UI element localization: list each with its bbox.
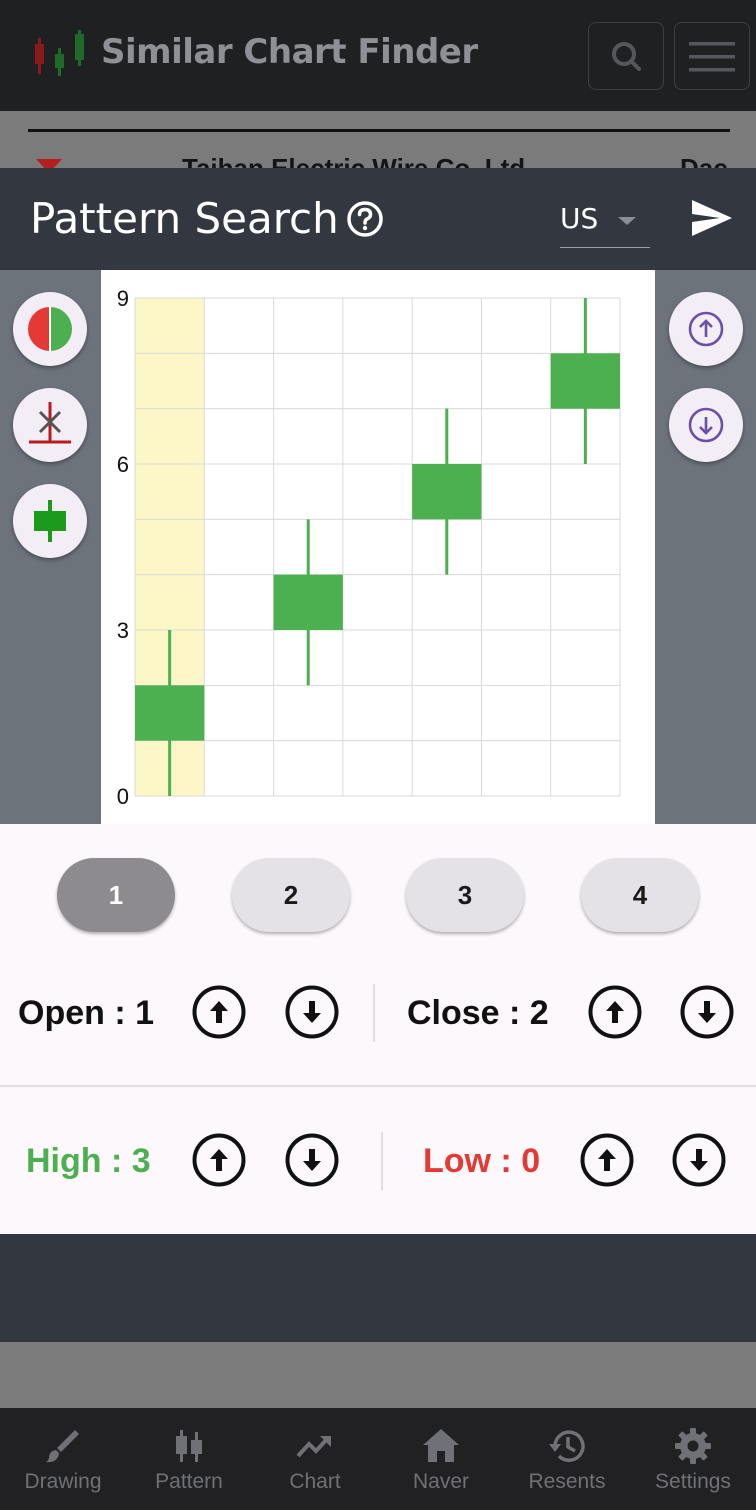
y-tick-label: 0 (117, 784, 129, 809)
modal-header: Pattern Search US (0, 168, 756, 270)
shift-up-button[interactable] (669, 292, 743, 366)
gear-icon (675, 1428, 711, 1464)
nav-drawing-label: Drawing (24, 1470, 102, 1493)
y-tick-label: 3 (117, 618, 129, 643)
y-tick-label: 6 (117, 452, 129, 477)
nav-drawing[interactable]: Drawing (0, 1408, 126, 1510)
divider (373, 984, 375, 1042)
nav-naver[interactable]: Naver (378, 1408, 504, 1510)
nav-naver-label: Naver (412, 1470, 470, 1493)
nav-chart[interactable]: Chart (252, 1408, 378, 1510)
pattern-workspace: 0 3 6 9 (0, 270, 756, 824)
candle-tab-4[interactable]: 4 (581, 858, 699, 932)
search-button[interactable] (588, 22, 664, 90)
history-icon (549, 1430, 585, 1462)
send-icon[interactable] (690, 196, 734, 240)
high-value: High : 3 (26, 1142, 151, 1180)
candlestick-chart[interactable]: 0 3 6 9 (101, 270, 655, 824)
chevron-down-icon (618, 217, 636, 225)
brush-icon (46, 1430, 79, 1463)
candle-controls: 1 2 3 4 Open : 1 Close : 2 High : 3 Low … (0, 824, 756, 1234)
app-logo-icon (35, 30, 84, 76)
menu-button[interactable] (674, 22, 750, 90)
candle-body (550, 353, 620, 409)
background-stock-strip: Taihan Electric Wire Co.,Ltd Dac (0, 111, 756, 168)
candle-tab-1[interactable]: 1 (57, 858, 175, 932)
nav-settings-label: Settings (655, 1470, 731, 1493)
divider (381, 1132, 383, 1190)
open-up-icon[interactable] (192, 985, 246, 1039)
color-toggle-button[interactable] (13, 292, 87, 366)
nav-settings[interactable]: Settings (630, 1408, 756, 1510)
shift-down-icon (688, 407, 724, 443)
color-toggle-icon (28, 307, 72, 351)
search-icon (612, 42, 641, 71)
low-value: Low : 0 (423, 1142, 541, 1180)
app-bar: Similar Chart Finder (0, 0, 756, 111)
close-down-icon[interactable] (680, 985, 734, 1039)
y-tick-label: 9 (117, 286, 129, 311)
shift-down-button[interactable] (669, 388, 743, 462)
trending-up-icon (296, 1436, 331, 1458)
doji-candle-icon (29, 402, 71, 444)
add-candle-button[interactable] (13, 484, 87, 558)
candle-tab-3[interactable]: 3 (406, 858, 524, 932)
pattern-chart[interactable]: 0 3 6 9 (101, 270, 655, 824)
close-value: Close : 2 (407, 994, 549, 1032)
stock-name-next: Dac (680, 153, 728, 168)
nav-pattern[interactable]: Pattern (126, 1408, 252, 1510)
modal-title: Pattern Search (30, 194, 339, 243)
app-title: Similar Chart Finder (101, 32, 478, 72)
high-up-icon[interactable] (192, 1133, 246, 1187)
bottom-nav: Drawing Pattern Chart Naver Resents Sett… (0, 1408, 756, 1510)
candle-body (412, 464, 482, 520)
nav-resents-label: Resents (528, 1470, 606, 1493)
high-down-icon[interactable] (285, 1133, 339, 1187)
modal-footer (0, 1234, 756, 1342)
candle-body (273, 574, 343, 630)
open-value: Open : 1 (18, 994, 155, 1032)
open-down-icon[interactable] (285, 985, 339, 1039)
home-icon (423, 1429, 459, 1462)
stock-name: Taihan Electric Wire Co.,Ltd (182, 153, 526, 168)
candle-tab-2[interactable]: 2 (232, 858, 350, 932)
nav-chart-label: Chart (289, 1470, 341, 1493)
divider (0, 1085, 756, 1087)
low-down-icon[interactable] (672, 1133, 726, 1187)
nav-pattern-label: Pattern (155, 1470, 223, 1493)
down-arrow-icon (36, 159, 62, 168)
shift-up-icon (688, 311, 724, 347)
region-dropdown[interactable]: US (560, 198, 650, 248)
hamburger-menu-icon (689, 42, 735, 72)
help-circle-icon[interactable] (346, 200, 384, 238)
doji-candle-button[interactable] (13, 388, 87, 462)
candlestick-icon (176, 1430, 202, 1462)
add-candle-icon (34, 500, 66, 542)
overlay-backdrop (0, 1342, 756, 1408)
divider (28, 129, 730, 132)
close-up-icon[interactable] (588, 985, 642, 1039)
low-up-icon[interactable] (580, 1133, 634, 1187)
nav-resents[interactable]: Resents (504, 1408, 630, 1510)
region-value: US (560, 202, 599, 235)
candle-body (135, 685, 205, 741)
